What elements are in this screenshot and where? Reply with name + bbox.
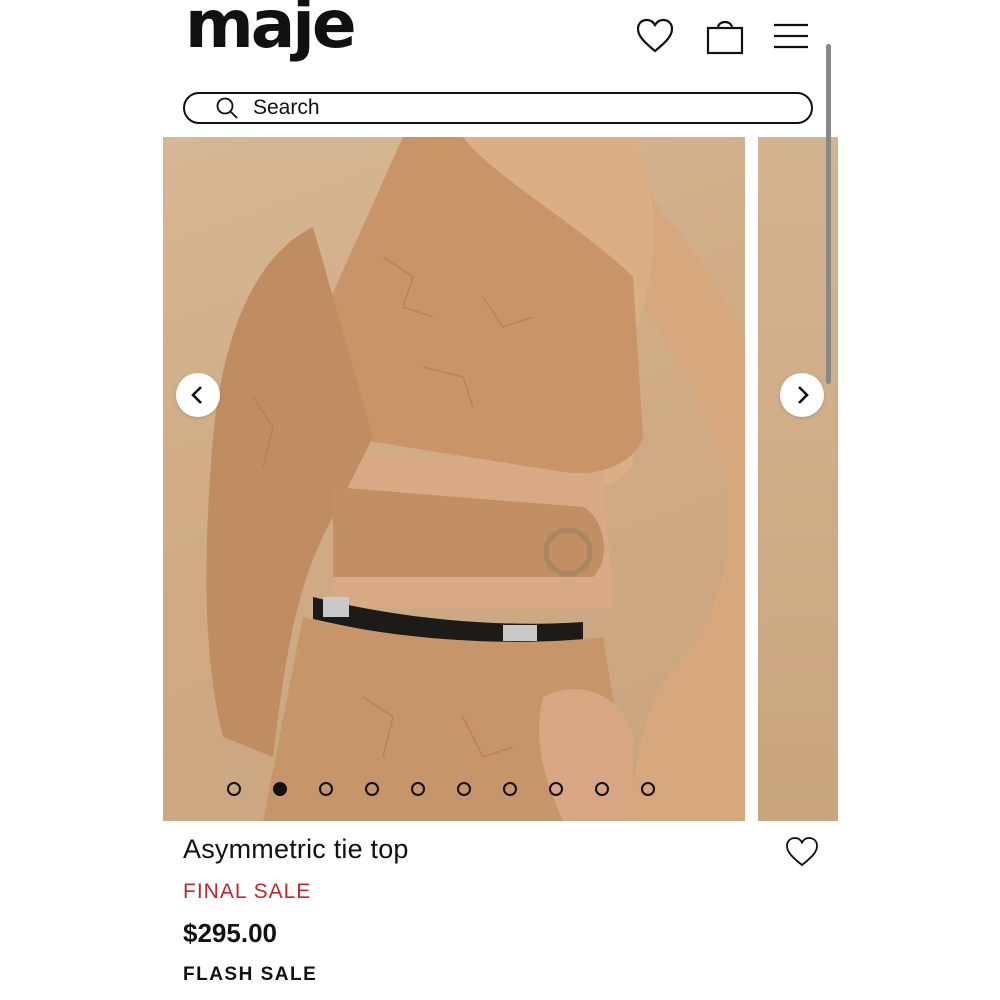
final-sale-badge: FINAL SALE xyxy=(183,880,312,903)
menu-button[interactable] xyxy=(767,12,815,60)
next-image-button[interactable] xyxy=(780,373,824,417)
flash-sale-label: FLASH SALE xyxy=(183,964,318,985)
search-icon xyxy=(216,97,238,119)
carousel-dot[interactable] xyxy=(641,782,655,796)
carousel-dot[interactable] xyxy=(273,782,287,796)
search-bar[interactable] xyxy=(183,92,813,124)
brand-logo[interactable]: maje xyxy=(185,0,357,58)
chevron-left-icon xyxy=(191,386,202,404)
carousel-pagination xyxy=(227,782,655,796)
product-title[interactable]: Asymmetric tie top xyxy=(183,834,409,865)
carousel-dot[interactable] xyxy=(319,782,333,796)
heart-icon xyxy=(636,18,674,53)
bag-icon xyxy=(706,20,744,55)
wishlist-button[interactable] xyxy=(631,12,679,60)
product-photo xyxy=(206,137,745,821)
carousel-dot[interactable] xyxy=(457,782,471,796)
menu-icon xyxy=(774,23,808,49)
carousel-dot[interactable] xyxy=(365,782,379,796)
bag-button[interactable] xyxy=(701,12,749,60)
search-input[interactable] xyxy=(253,96,773,120)
scrollbar[interactable] xyxy=(826,44,831,384)
carousel-dot[interactable] xyxy=(503,782,517,796)
previous-image-button[interactable] xyxy=(176,373,220,417)
carousel-dot[interactable] xyxy=(549,782,563,796)
app-screen: maje Search Asymmetric tie top FINAL SAL… xyxy=(163,0,838,1000)
carousel-dot[interactable] xyxy=(227,782,241,796)
product-price: $295.00 xyxy=(183,918,277,948)
carousel-dot[interactable] xyxy=(595,782,609,796)
product-image[interactable] xyxy=(163,137,745,821)
heart-icon[interactable] xyxy=(785,836,819,868)
chevron-right-icon xyxy=(798,386,809,404)
product-image-carousel[interactable] xyxy=(163,137,838,821)
carousel-dot[interactable] xyxy=(411,782,425,796)
